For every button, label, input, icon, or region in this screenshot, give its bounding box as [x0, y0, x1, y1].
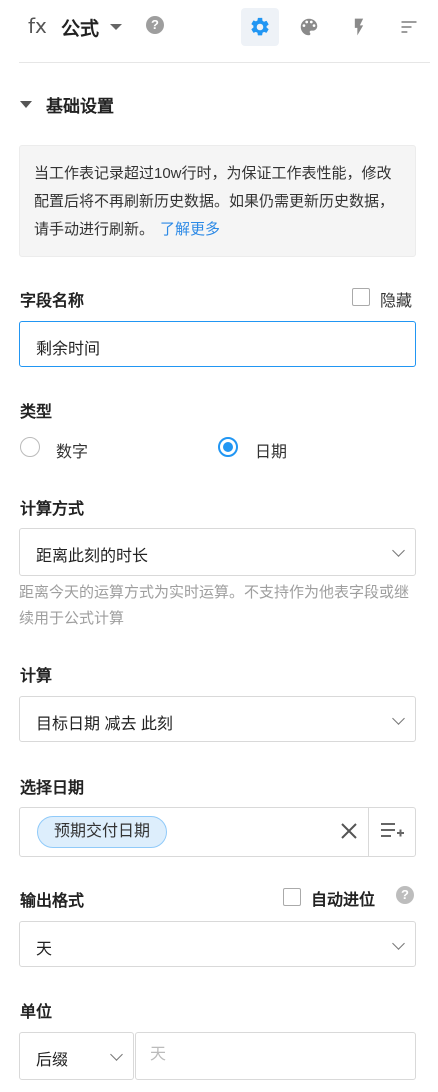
- field-type-title[interactable]: 公式: [61, 14, 99, 41]
- fx-icon: fx: [28, 14, 47, 38]
- section-title: 基础设置: [46, 97, 114, 116]
- divider: [368, 808, 369, 856]
- field-name-label: 字段名称: [20, 293, 85, 310]
- tab-sort[interactable]: [390, 8, 428, 46]
- field-name-value: 剩余时间: [36, 341, 101, 358]
- toolbar: fx 公式 ?: [0, 0, 438, 56]
- radio-number-label[interactable]: 数字: [56, 438, 88, 462]
- chevron-down-icon: [392, 544, 405, 557]
- calc-method-select[interactable]: 距离此刻的时长: [19, 528, 416, 576]
- chevron-down-icon: [392, 712, 405, 725]
- radio-number[interactable]: [20, 437, 40, 457]
- add-field-icon[interactable]: [380, 820, 404, 842]
- hide-label: 隐藏: [380, 293, 413, 310]
- unit-position-value: 后缀: [36, 1052, 69, 1069]
- date-field-tag[interactable]: 预期交付日期: [37, 816, 168, 848]
- tab-style[interactable]: [290, 8, 328, 46]
- radio-date[interactable]: [218, 437, 238, 457]
- chevron-down-icon: [110, 1048, 123, 1061]
- bolt-icon: [354, 18, 364, 36]
- chevron-down-icon: [392, 937, 405, 950]
- unit-label: 单位: [20, 1004, 53, 1021]
- select-date-field[interactable]: 预期交付日期: [19, 807, 416, 857]
- clear-icon[interactable]: [340, 822, 358, 840]
- output-format-label: 输出格式: [20, 893, 85, 910]
- calc-label: 计算: [20, 668, 53, 685]
- chevron-down-icon[interactable]: [110, 24, 122, 30]
- unit-input-wrap: [135, 1032, 416, 1080]
- unit-input[interactable]: [148, 1045, 402, 1065]
- radio-date-label[interactable]: 日期: [255, 438, 287, 462]
- collapse-triangle-icon: [20, 101, 32, 108]
- select-date-label: 选择日期: [20, 780, 85, 797]
- auto-carry-checkbox[interactable]: [283, 888, 301, 906]
- type-label: 类型: [20, 404, 53, 421]
- calc-value: 目标日期 减去 此刻: [36, 716, 173, 733]
- unit-position-select[interactable]: 后缀: [19, 1032, 134, 1080]
- calc-method-hint: 距离今天的运算方式为实时运算。不支持作为他表字段或继续用于公式计算: [19, 584, 410, 627]
- palette-icon: [300, 18, 318, 36]
- calc-select[interactable]: 目标日期 减去 此刻: [19, 696, 416, 742]
- calc-method-value: 距离此刻的时长: [36, 548, 149, 565]
- output-format-value: 天: [36, 941, 53, 958]
- calc-method-label: 计算方式: [20, 501, 85, 518]
- notice-box: 当工作表记录超过10w行时，为保证工作表性能，修改配置后将不再刷新历史数据。如果…: [19, 145, 416, 257]
- sort-icon: [401, 21, 417, 33]
- tab-settings[interactable]: [241, 8, 279, 46]
- divider: [19, 62, 430, 63]
- hide-checkbox[interactable]: [352, 288, 370, 306]
- tab-actions[interactable]: [340, 8, 378, 46]
- help-icon[interactable]: ?: [396, 886, 414, 904]
- output-format-select[interactable]: 天: [19, 921, 416, 967]
- field-name-input[interactable]: 剩余时间: [19, 321, 416, 367]
- help-icon[interactable]: ?: [146, 16, 164, 34]
- learn-more-link[interactable]: 了解更多: [160, 221, 220, 238]
- gear-icon: [251, 17, 269, 36]
- auto-carry-label: 自动进位: [311, 892, 376, 909]
